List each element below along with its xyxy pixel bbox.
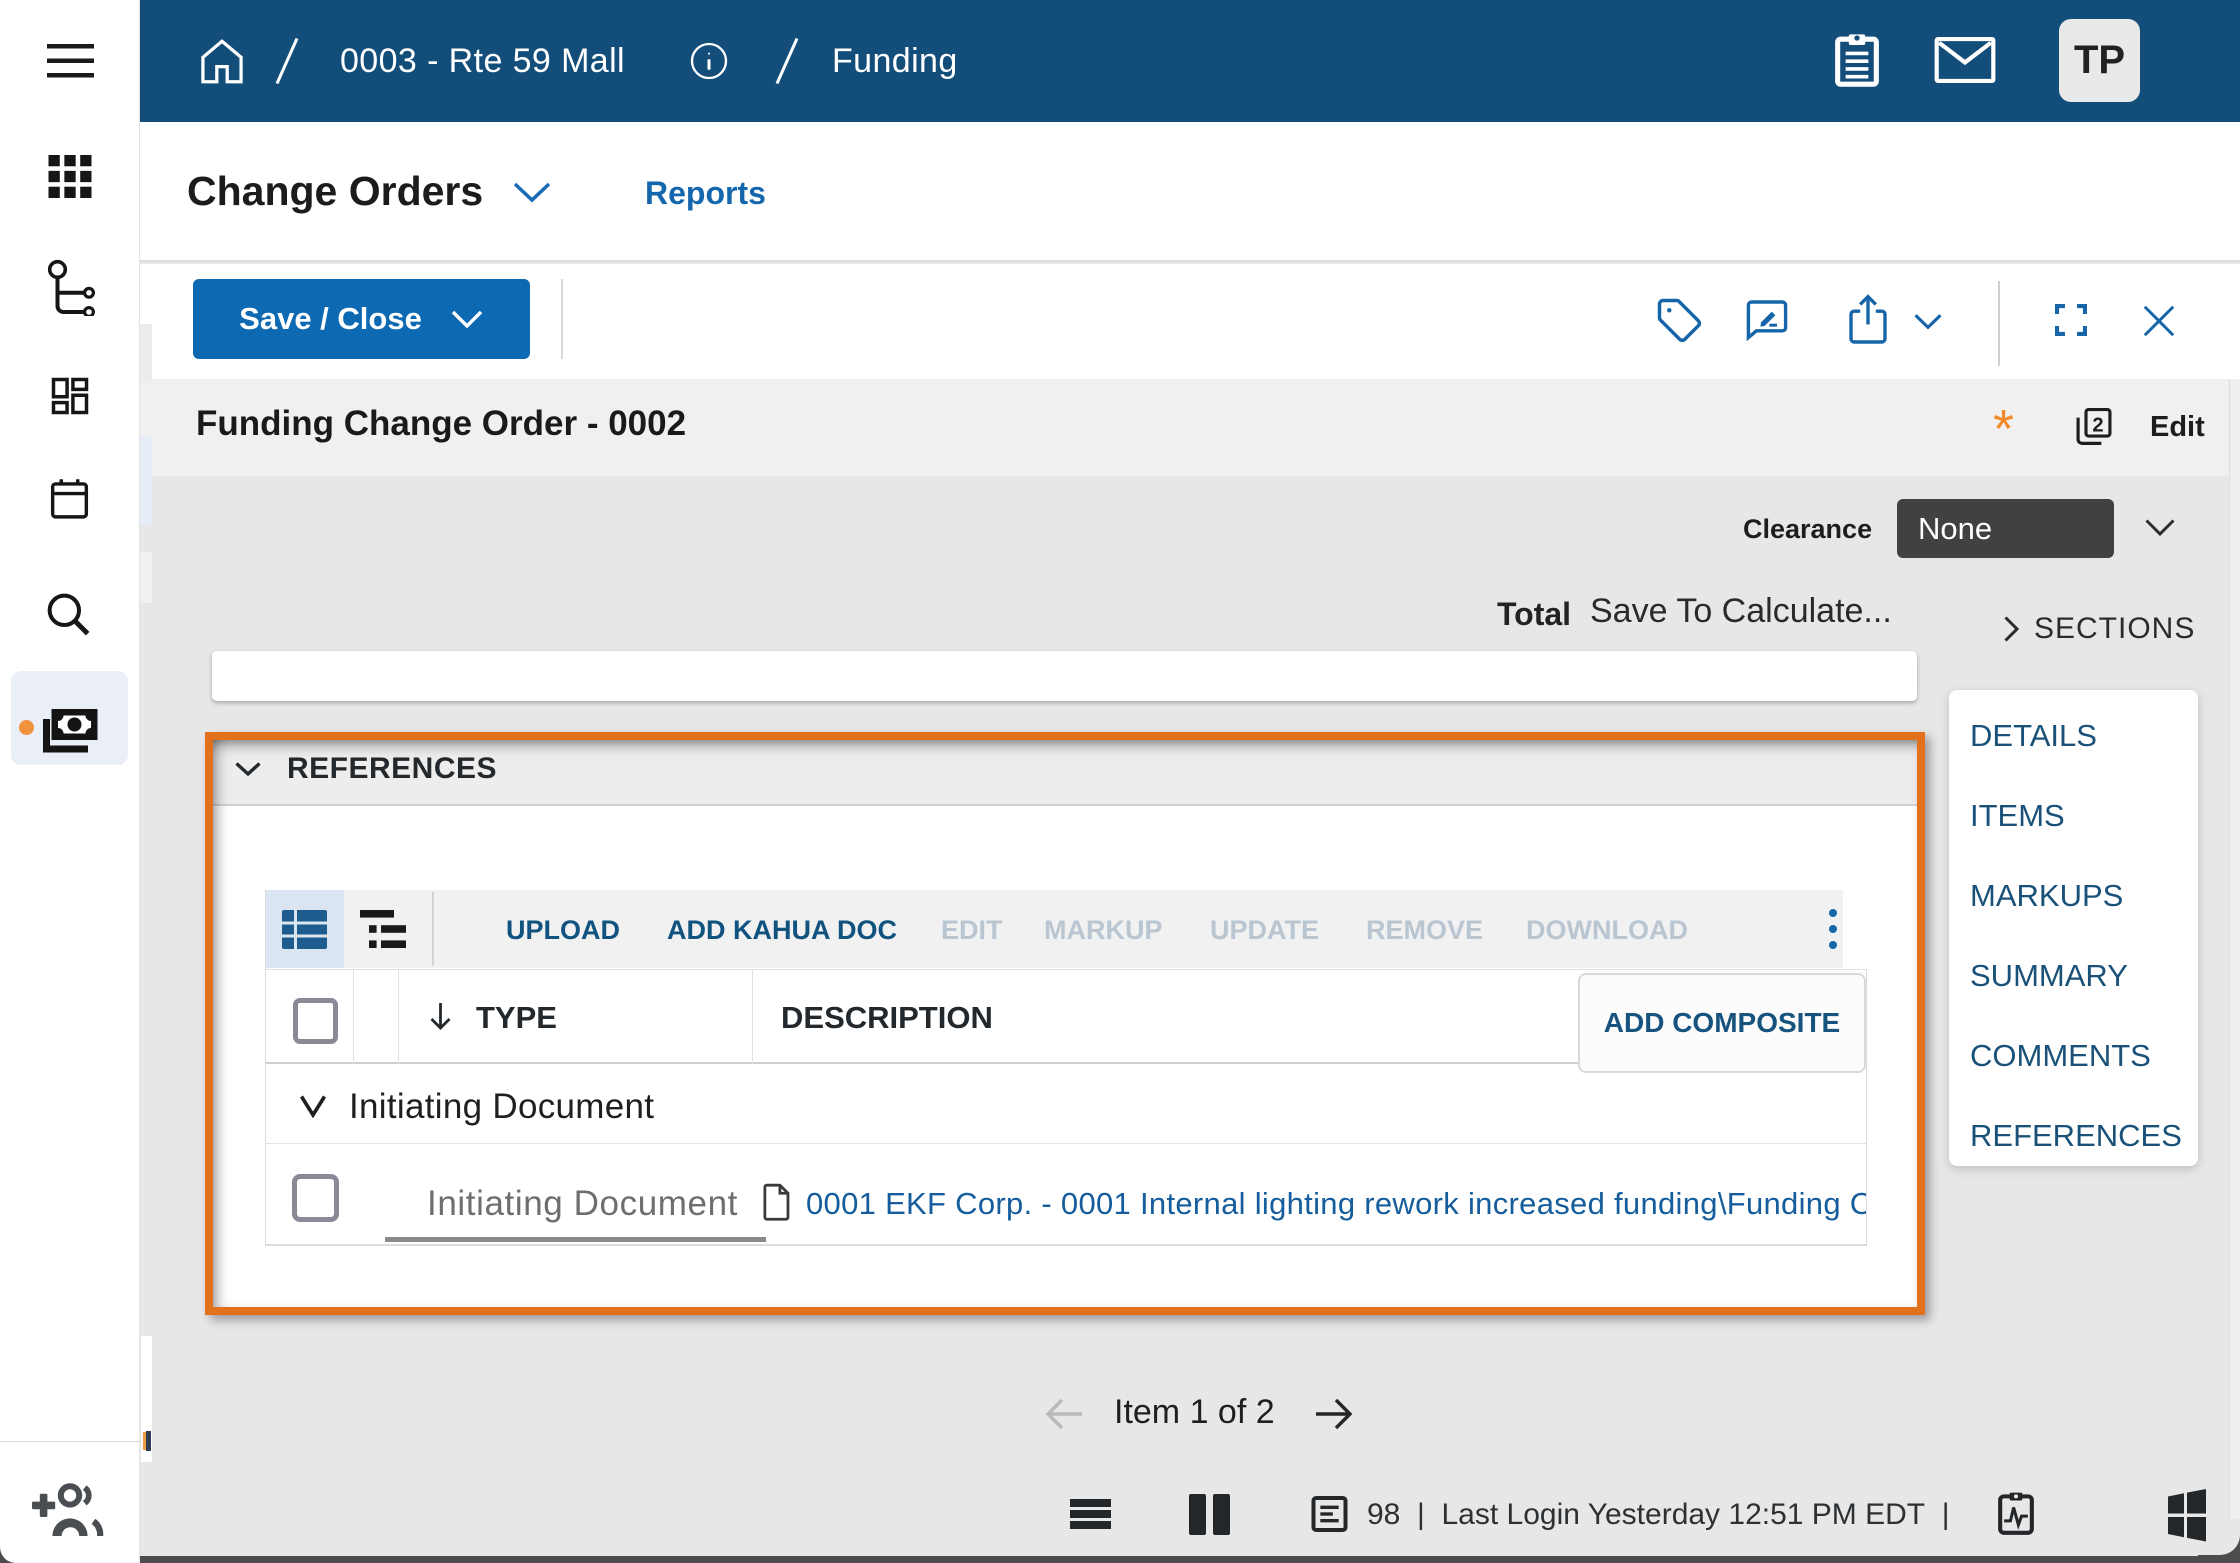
svg-text:2: 2 — [2092, 414, 2103, 436]
